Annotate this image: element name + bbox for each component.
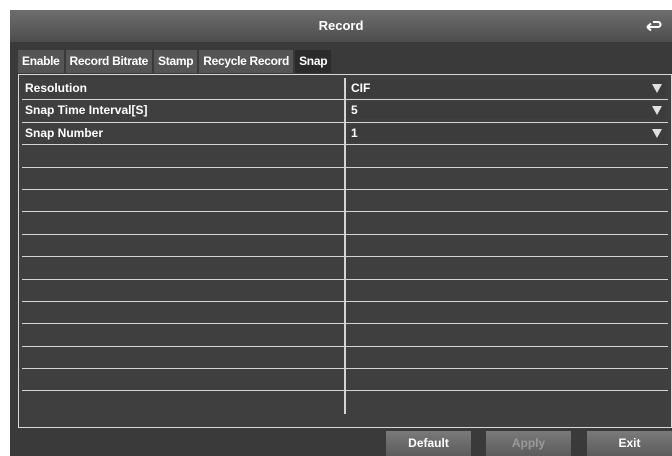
column-divider [344,122,346,145]
snap-interval-select[interactable]: 5 [348,102,666,120]
column-divider [344,257,346,279]
empty-row [22,391,668,414]
triangle-down-icon [652,84,662,93]
column-divider [344,145,346,167]
empty-row [22,257,668,280]
column-divider [344,78,346,100]
snap-number-label: Snap Number [25,125,104,140]
empty-row [22,369,668,392]
apply-button[interactable]: Apply [486,431,571,456]
column-divider [344,324,346,346]
column-divider [344,369,346,391]
column-divider [344,391,346,414]
default-button[interactable]: Default [386,431,471,456]
setting-row-snap-interval: Snap Time Interval[S] 5 [22,100,668,123]
empty-row [22,189,668,213]
snap-interval-label: Snap Time Interval[S] [25,103,148,118]
settings-grid: Resolution CIF Snap Time Interval[S] 5 S… [22,78,668,414]
triangle-down-icon [652,106,662,116]
button-bar: Default Apply Exit [10,428,672,456]
empty-row [22,324,668,347]
window-title: Record [318,18,364,33]
exit-button[interactable]: Exit [587,431,672,456]
resolution-label: Resolution [25,81,87,95]
empty-row [22,234,668,258]
column-divider [344,167,346,189]
snap-interval-value: 5 [351,103,358,118]
empty-row [22,346,668,370]
return-arrow-icon[interactable] [644,18,662,34]
tab-enable[interactable]: Enable [18,50,64,73]
record-dialog: Record Enable Record Bitrate Stamp Recyc… [10,10,672,456]
tab-record-bitrate[interactable]: Record Bitrate [65,50,153,73]
tab-snap[interactable]: Snap [295,50,332,73]
resolution-select[interactable]: CIF [348,80,666,97]
empty-row [22,167,668,190]
tab-bar: Enable Record Bitrate Stamp Recycle Reco… [18,50,332,73]
empty-row [22,279,668,302]
column-divider [344,212,346,234]
settings-panel: Resolution CIF Snap Time Interval[S] 5 S… [18,74,672,428]
title-bar: Record [10,10,672,42]
empty-row [22,145,668,168]
column-divider [344,346,346,369]
tab-recycle-record[interactable]: Recycle Record [199,50,294,73]
triangle-down-icon [652,128,662,138]
setting-row-resolution: Resolution CIF [22,78,668,101]
empty-row [22,212,668,235]
column-divider [344,279,346,301]
column-divider [344,234,346,257]
empty-row [22,301,668,325]
snap-number-value: 1 [351,125,358,140]
setting-row-snap-number: Snap Number 1 [22,122,668,146]
resolution-value: CIF [351,81,371,95]
column-divider [344,301,346,324]
snap-number-select[interactable]: 1 [348,124,666,142]
column-divider [344,100,346,122]
column-divider [344,189,346,212]
tab-stamp[interactable]: Stamp [154,50,198,73]
